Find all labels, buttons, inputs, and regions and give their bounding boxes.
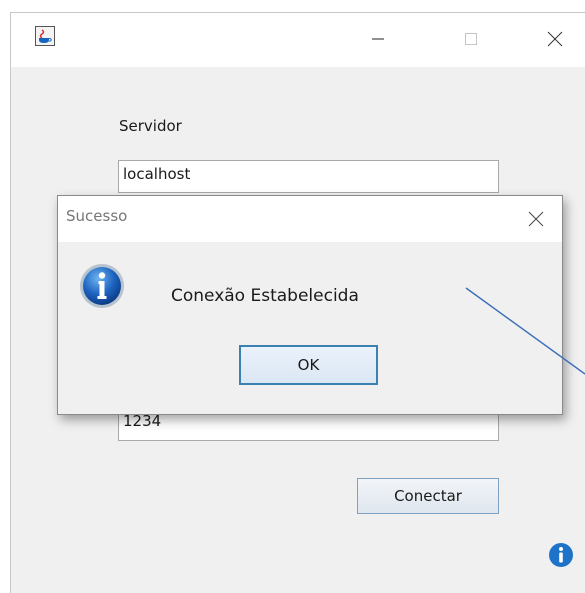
dialog-title: Sucesso: [66, 207, 128, 225]
java-coffee-icon: [35, 26, 55, 46]
success-dialog: Sucesso Conexão Estabelecida OK: [57, 195, 563, 415]
window-titlebar: [11, 13, 585, 67]
ok-button[interactable]: OK: [239, 345, 378, 385]
close-button[interactable]: [532, 21, 578, 57]
info-icon[interactable]: [548, 542, 574, 568]
connect-button[interactable]: Conectar: [357, 478, 499, 514]
minimize-icon: [372, 38, 384, 40]
server-label: Servidor: [119, 117, 182, 135]
maximize-icon: [465, 33, 477, 45]
dialog-close-button[interactable]: [518, 202, 554, 236]
server-input[interactable]: localhost: [118, 160, 499, 193]
close-icon: [528, 211, 544, 227]
close-icon: [547, 31, 563, 47]
information-icon: [80, 264, 124, 308]
dialog-message: Conexão Estabelecida: [171, 286, 359, 306]
minimize-button[interactable]: [355, 21, 401, 57]
maximize-button[interactable]: [448, 21, 494, 57]
dialog-titlebar: Sucesso: [58, 196, 562, 242]
